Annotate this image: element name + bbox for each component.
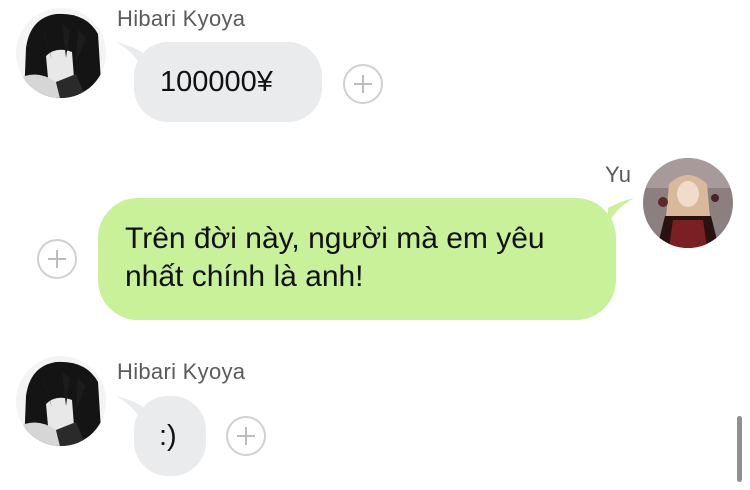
- plus-circle-icon: [354, 75, 372, 93]
- bubble-tail: [116, 42, 142, 68]
- add-button[interactable]: [226, 416, 266, 456]
- sender-name: Hibari Kyoya: [117, 6, 246, 31]
- sender-name: Hibari Kyoya: [117, 359, 246, 384]
- hibari-avatar[interactable]: [16, 8, 106, 98]
- message-bubble[interactable]: :): [116, 396, 206, 476]
- hibari-avatar[interactable]: [16, 356, 106, 446]
- yu-avatar[interactable]: [643, 158, 733, 248]
- add-button[interactable]: [343, 64, 383, 104]
- message-bubble[interactable]: 100000¥: [116, 42, 322, 122]
- plus-circle-icon: [237, 427, 255, 445]
- message-text: :): [159, 420, 177, 452]
- add-button[interactable]: [37, 239, 77, 279]
- bubble-tail: [608, 198, 634, 224]
- bubble-tail: [116, 396, 142, 422]
- message-text: Trên đời này, người mà em yêu nhất chính…: [125, 222, 545, 293]
- plus-circle-icon: [48, 250, 66, 268]
- scrollbar[interactable]: [737, 416, 742, 482]
- sender-name: Yu: [605, 162, 632, 187]
- message-text: 100000¥: [160, 66, 273, 98]
- message-bubble[interactable]: Trên đời này, người mà em yêu nhất chính…: [98, 198, 634, 320]
